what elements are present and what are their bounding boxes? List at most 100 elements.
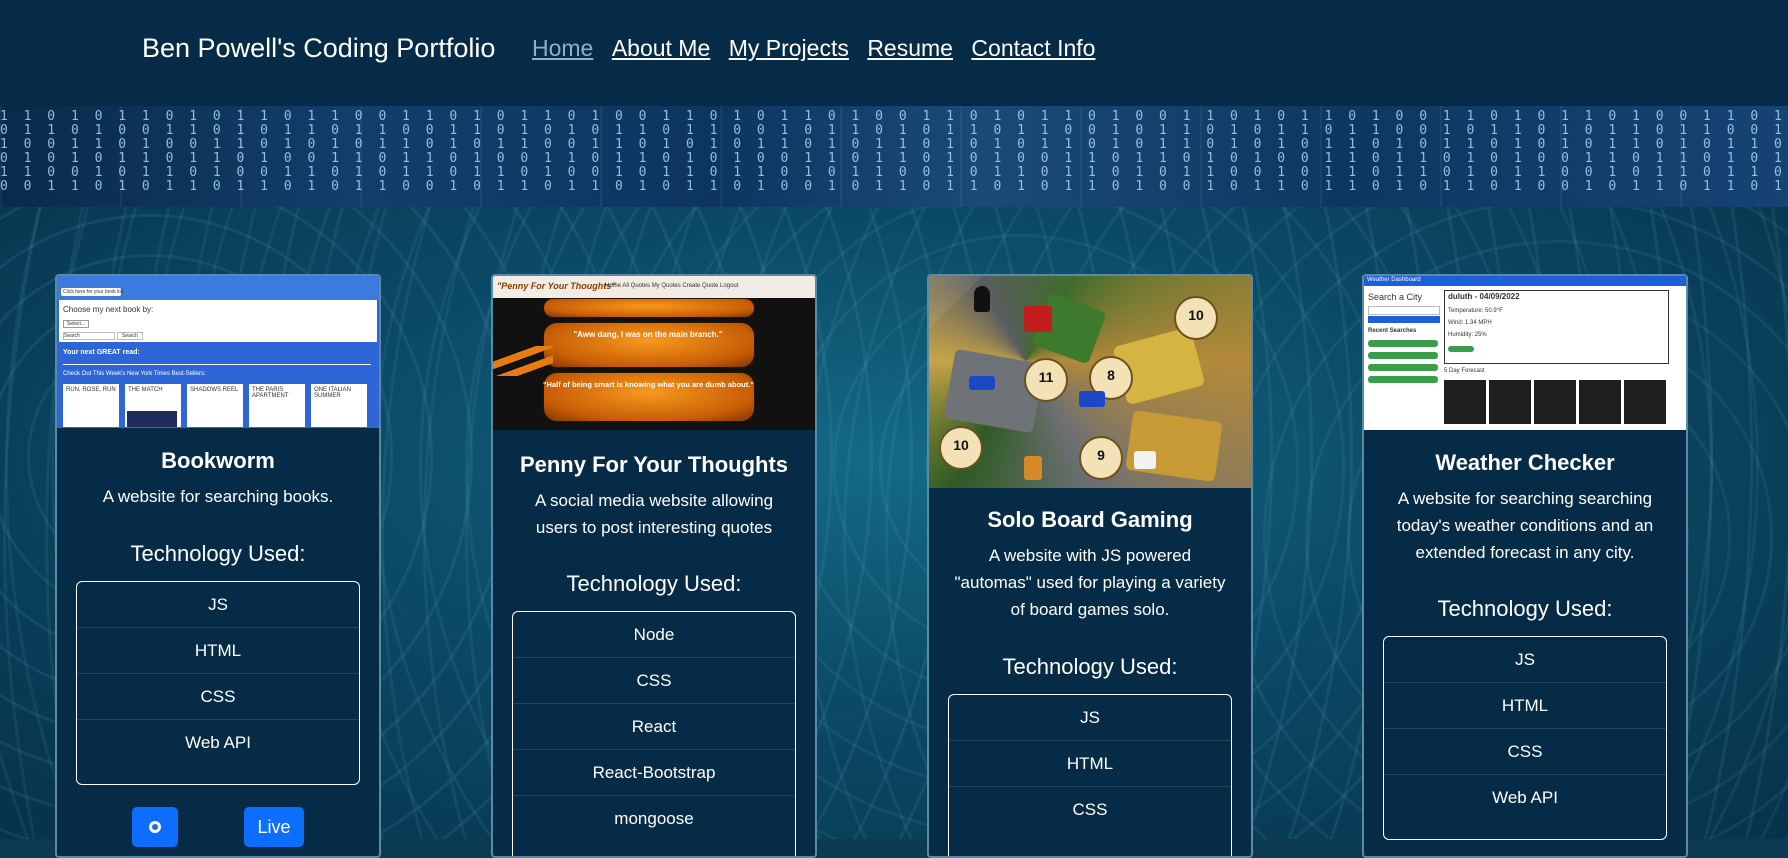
technology-heading: Technology Used: — [1437, 596, 1613, 621]
card-title: Bookworm — [161, 448, 275, 473]
wheat-tile — [1125, 410, 1223, 482]
forecast-card — [1579, 380, 1621, 424]
bookworm-preview-choose: Choose my next book by: — [63, 305, 154, 314]
card-title: Penny For Your Thoughts — [519, 452, 789, 477]
tech-item: HTML — [1384, 683, 1666, 729]
technology-list: JS HTML CSS Web API — [1383, 636, 1667, 840]
tech-item: CSS — [513, 658, 795, 704]
project-card-penny-for-your-thoughts: "Penny For Your Thoughts" Home All Quote… — [491, 274, 817, 858]
recent-search-button — [1368, 340, 1438, 347]
project-card-weather-checker: Weather Dashboard Search a City Recent S… — [1362, 274, 1688, 858]
orange-piece — [1024, 456, 1042, 480]
nav-link-resume[interactable]: Resume — [867, 35, 953, 62]
bookworm-preview-select: Select... — [63, 320, 90, 328]
nav-link-my-projects[interactable]: My Projects — [729, 35, 849, 62]
book-thumbnail: SHADOWS REEL — [187, 384, 243, 427]
forecast-card — [1534, 380, 1576, 424]
github-icon — [149, 821, 161, 833]
card-title: Solo Board Gaming — [987, 507, 1193, 532]
book-title: RUN, ROSE, RUN — [66, 387, 116, 393]
tech-item: React — [513, 704, 795, 750]
tech-item: Web API — [185, 733, 251, 752]
uv-badge — [1448, 346, 1474, 352]
live-button[interactable]: Live — [244, 807, 304, 847]
blue-piece — [969, 376, 995, 390]
board-game-photo[interactable]: 10 11 9 10 8 — [929, 276, 1251, 488]
bookworm-preview-divider — [63, 364, 371, 365]
weather-preview-wind: Wind: 1.34 MPH — [1448, 320, 1492, 326]
book-title: SHADOWS REEL — [190, 387, 239, 393]
bookworm-screenshot[interactable]: Click here for your book list Choose my … — [57, 276, 379, 428]
tech-item: Web API — [1492, 788, 1558, 807]
penny-preview-decoration — [493, 346, 553, 376]
quote-text: "Half of being smart is knowing what you… — [543, 380, 754, 389]
number-token: 10 — [1174, 296, 1218, 340]
weather-preview-temp: Temperature: 50.9°F — [1448, 308, 1503, 314]
penny-screenshot[interactable]: "Penny For Your Thoughts" Home All Quote… — [493, 276, 815, 431]
technology-heading: Technology Used: — [1002, 654, 1178, 679]
tech-item: CSS — [1384, 729, 1666, 775]
card-description: A website with JS powered "automas" used… — [954, 546, 1226, 619]
tech-item: Node — [513, 612, 795, 658]
book-thumbnail: ONE ITALIAN SUMMER — [311, 384, 367, 427]
quote-text: "Aww dang, I was on the main branch." — [573, 330, 723, 339]
book-title: THE PARIS APARTMENT — [252, 387, 289, 399]
tech-item: CSS — [1072, 800, 1108, 819]
quote-bubble — [543, 322, 755, 368]
number-token: 11 — [1024, 358, 1068, 402]
card-title: Weather Checker — [1435, 450, 1615, 475]
robber-piece — [974, 286, 990, 312]
card-description: A website for searching searching today'… — [1396, 489, 1654, 562]
nav-links: Home About Me My Projects Resume Contact… — [532, 35, 1109, 62]
bookworm-preview-search: Search — [63, 332, 115, 340]
white-piece — [1134, 451, 1156, 469]
technology-list: JS HTML CSS — [948, 694, 1232, 856]
github-button[interactable] — [132, 807, 178, 847]
nav-link-contact-info[interactable]: Contact Info — [971, 35, 1095, 62]
weather-preview-input — [1368, 306, 1440, 315]
technology-heading: Technology Used: — [566, 571, 742, 596]
book-thumbnail: RUN, ROSE, RUN — [63, 384, 119, 427]
card-description: A social media website allowing users to… — [534, 491, 774, 537]
book-title: THE MATCH — [128, 387, 163, 393]
nav-link-home[interactable]: Home — [532, 35, 593, 62]
bookworm-preview-bestsellers: Check Out This Week's New York Times Bes… — [63, 371, 206, 377]
blue-piece — [1079, 391, 1105, 407]
weather-preview-search-button — [1368, 316, 1440, 323]
number-token: 10 — [939, 426, 983, 470]
recent-search-button — [1368, 364, 1438, 371]
red-piece — [1024, 306, 1052, 332]
tech-item: JS — [949, 695, 1231, 741]
weather-preview-recent: Recent Searches — [1368, 328, 1417, 334]
weather-screenshot[interactable]: Weather Dashboard Search a City Recent S… — [1364, 276, 1686, 430]
binary-code-banner: 1 1 0 1 0 1 1 0 1 0 1 1 0 1 1 0 0 1 1 0 … — [0, 106, 1788, 207]
recent-search-button — [1368, 352, 1438, 359]
current-weather-box — [1444, 290, 1669, 364]
nav-link-about-me[interactable]: About Me — [612, 35, 710, 62]
number-token: 9 — [1079, 436, 1123, 480]
project-card-solo-board-gaming: 10 11 9 10 8 Solo Board Gaming A website… — [927, 274, 1253, 858]
recent-search-button — [1368, 376, 1438, 383]
navbar: Ben Powell's Coding Portfolio Home About… — [0, 0, 1788, 106]
tech-item: mongoose — [614, 809, 694, 828]
forecast-card — [1444, 380, 1486, 424]
book-thumbnail: THE PARIS APARTMENT — [249, 384, 305, 427]
tech-item: HTML — [949, 741, 1231, 787]
book-thumbnail: THE MATCH — [125, 384, 181, 427]
project-card-bookworm: Click here for your book list Choose my … — [55, 274, 381, 858]
weather-preview-title: Weather Dashboard — [1367, 277, 1421, 283]
forecast-card — [1624, 380, 1666, 424]
weather-preview-humidity: Humidity: 25% — [1448, 332, 1487, 338]
tech-item: React-Bootstrap — [513, 750, 795, 796]
brand-title[interactable]: Ben Powell's Coding Portfolio — [142, 33, 495, 64]
weather-preview-forecast: 5 Day Forecast — [1444, 368, 1485, 374]
technology-list: Node CSS React React-Bootstrap mongoose — [512, 611, 796, 856]
technology-heading: Technology Used: — [130, 541, 306, 566]
tech-item: JS — [77, 582, 359, 628]
weather-preview-search-city: Search a City — [1368, 292, 1423, 302]
penny-preview-menu: Home All Quotes My Quotes Create Quote L… — [605, 283, 739, 289]
book-cover — [127, 411, 177, 427]
quote-bubble — [543, 298, 755, 318]
bookworm-preview-next-read: Your next GREAT read: — [63, 349, 140, 356]
forecast-card — [1489, 380, 1531, 424]
